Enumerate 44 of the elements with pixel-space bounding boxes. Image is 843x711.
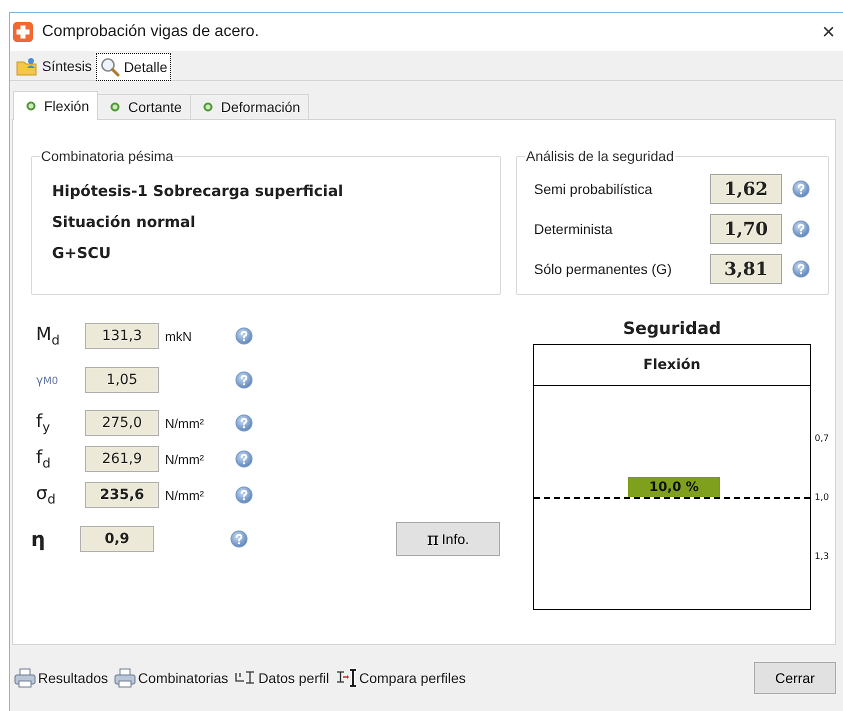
safety-value: 1,70 <box>710 214 782 244</box>
gauge-marker: 10,0 % <box>628 477 720 498</box>
unit-label: mkN <box>164 328 193 344</box>
close-button[interactable]: × <box>822 20 835 43</box>
tick-label: 1,3 <box>814 552 829 562</box>
gauge-header: Flexión <box>534 345 810 386</box>
info-button[interactable]: π Info. <box>396 522 500 556</box>
value-field: 275,0 <box>85 410 159 436</box>
footer-action[interactable]: Datos perfil <box>234 670 330 686</box>
unit-label: N/mm² <box>164 416 205 431</box>
value-field: 235,6 <box>85 482 159 508</box>
footer-action[interactable]: Combinatorias <box>114 668 228 688</box>
gauge-title: Seguridad <box>622 319 722 342</box>
close-dialog-button[interactable]: Cerrar <box>754 662 836 694</box>
footer-action[interactable]: Compara perfiles <box>335 669 466 688</box>
symbol-label: f$_{y}$ <box>36 410 52 436</box>
symbol-label: η <box>31 527 46 552</box>
value-field: 261,9 <box>85 446 159 472</box>
unit-label: N/mm² <box>164 488 205 503</box>
safety-label: Determinista <box>534 221 614 238</box>
group-title: Análisis de la seguridad <box>525 148 675 164</box>
view-tab[interactable]: Detalle <box>96 53 172 82</box>
unit-label: N/mm² <box>164 452 205 467</box>
symbol-label: M$_{d}$ <box>36 324 61 348</box>
tick-label: 0,7 <box>814 434 829 444</box>
check-tab[interactable]: Deformación <box>190 94 310 120</box>
safety-value: 1,62 <box>710 174 782 204</box>
view-tab[interactable]: Síntesis <box>12 52 96 80</box>
value-field: 131,3 <box>85 323 159 350</box>
symbol-label: f$_{d}$ <box>36 446 52 472</box>
value-field: 1,05 <box>85 367 159 394</box>
tick-label: 1,0 <box>814 493 829 504</box>
value-field: 0,9 <box>80 526 154 552</box>
footer-action[interactable]: Resultados <box>14 668 108 688</box>
combination-text: Hipótesis-1 Sobrecarga superficial <box>52 182 344 200</box>
safety-label: Semi probabilística <box>534 181 654 198</box>
safety-value: 3,81 <box>710 254 782 284</box>
check-tab[interactable]: Flexión <box>13 91 98 120</box>
group-title: Combinatoria pésima <box>40 148 174 164</box>
combination-text: Situación normal <box>52 213 196 232</box>
combination-text: G+SCU <box>52 244 112 262</box>
symbol-label: σ$_{d}$ <box>36 482 57 508</box>
safety-label: Sólo permanentes (G) <box>534 261 673 278</box>
window-title: Comprobación vigas de acero. <box>42 22 260 41</box>
